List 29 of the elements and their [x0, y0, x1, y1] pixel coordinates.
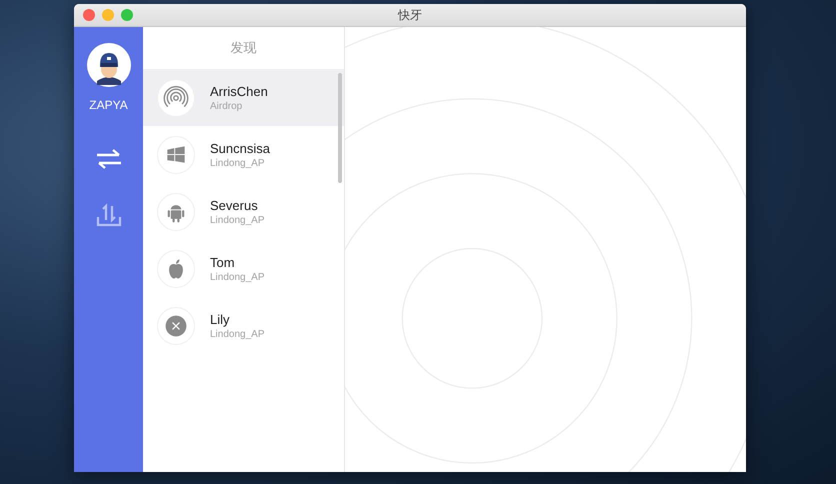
network-name: Lindong_AP [210, 158, 266, 168]
close-button[interactable] [83, 9, 95, 21]
minimize-button[interactable] [102, 9, 114, 21]
network-name: Lindong_AP [210, 272, 264, 282]
device-row[interactable]: Suncnsisa Lindong_AP [143, 126, 344, 183]
panel-title: 发现 [230, 40, 258, 58]
device-row[interactable]: Severus Lindong_AP [143, 183, 344, 240]
device-row[interactable]: ArrisChen Airdrop [143, 69, 344, 126]
android-robot-icon [157, 192, 195, 230]
device-name: Severus [210, 198, 259, 212]
upload-icon[interactable] [94, 202, 122, 228]
device-name: ArrisChen [210, 84, 268, 98]
network-name: Lindong_AP [210, 214, 264, 226]
network-name: Lindong_AP [210, 328, 264, 340]
transfer-arrows-icon[interactable] [94, 146, 122, 172]
window-title: 快牙 [398, 6, 422, 24]
user-name: ZAPYA [89, 98, 128, 112]
device-name: Lily [210, 312, 231, 326]
apple-logo-icon [157, 250, 195, 288]
device-name: Suncnsisa [210, 140, 270, 156]
device-row[interactable]: Lily Lindong_AP [143, 297, 344, 354]
x-circle-icon [157, 306, 195, 344]
device-name: Tom [210, 254, 236, 270]
avatar-icon[interactable] [86, 43, 130, 87]
zoom-button[interactable] [121, 9, 133, 21]
network-name: Airdrop [210, 100, 244, 112]
scrollbar[interactable] [338, 73, 342, 183]
device-row[interactable]: Tom Lindong_AP [143, 240, 344, 297]
windows-logo-icon [157, 136, 195, 174]
